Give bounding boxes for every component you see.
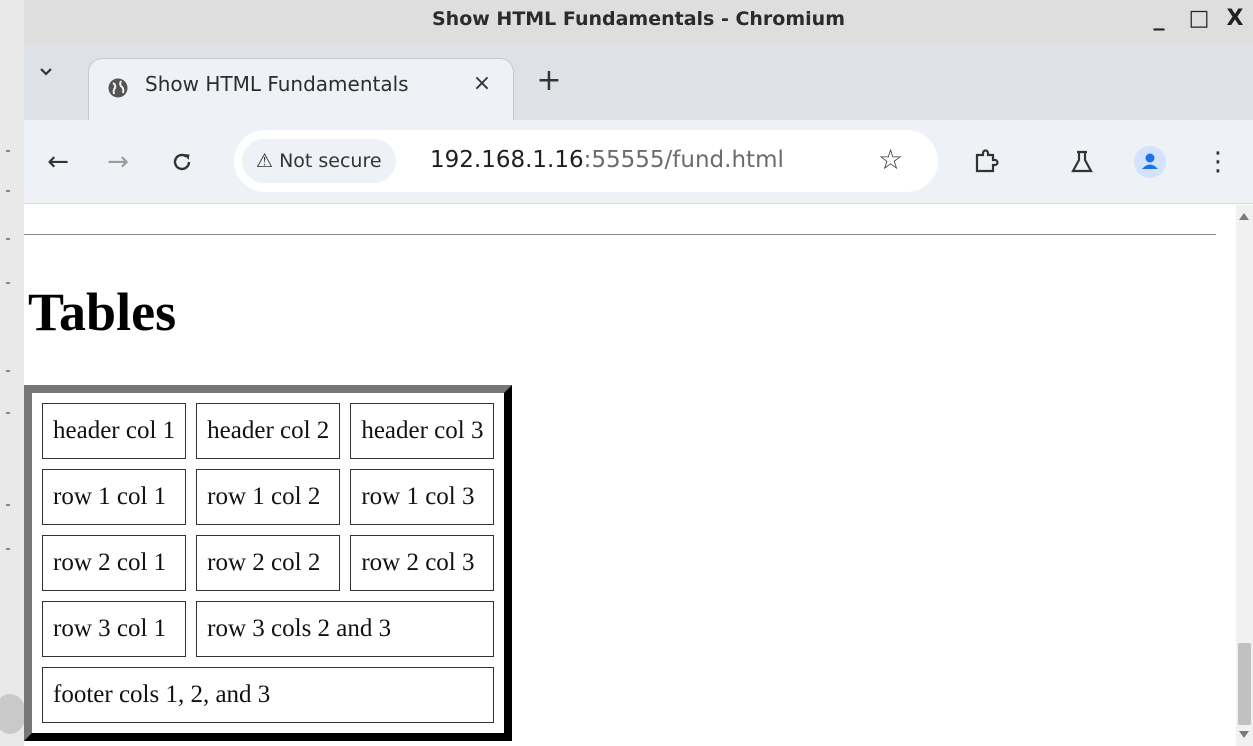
desktop-dot	[6, 412, 10, 414]
extensions-button[interactable]	[968, 144, 1004, 180]
flask-icon	[1071, 150, 1093, 173]
vertical-scrollbar[interactable]	[1236, 205, 1253, 746]
title-bar: Show HTML Fundamentals - Chromium _ □ X	[24, 0, 1253, 44]
table-row: row 1 col 1 row 1 col 2 row 1 col 3	[42, 469, 495, 525]
tab-title: Show HTML Fundamentals	[145, 72, 409, 96]
desktop-dot	[6, 150, 10, 152]
desktop-dot	[6, 548, 10, 550]
puzzle-icon	[975, 149, 999, 173]
back-button[interactable]: ←	[40, 144, 76, 180]
demo-table: header col 1 header col 2 header col 3 r…	[24, 385, 513, 741]
tab-close-button[interactable]: ×	[469, 71, 495, 96]
scrollbar-thumb[interactable]	[1238, 643, 1251, 725]
horizontal-rule	[24, 234, 1216, 235]
table-header-cell: header col 2	[196, 403, 341, 459]
minimize-button[interactable]: _	[1144, 6, 1174, 31]
scroll-down-arrow-icon[interactable]	[1239, 731, 1249, 738]
security-indicator[interactable]: ⚠ Not secure	[242, 139, 396, 183]
browser-menu-button[interactable]: ⋮	[1200, 144, 1236, 180]
table-cell: row 3 col 1	[42, 601, 187, 657]
table-cell: row 1 col 3	[350, 469, 495, 525]
desktop-dot	[6, 370, 10, 372]
bookmark-star-icon[interactable]: ☆	[878, 143, 903, 176]
table-row: row 2 col 1 row 2 col 2 row 2 col 3	[42, 535, 495, 591]
globe-icon	[108, 78, 128, 98]
arrow-right-icon: →	[107, 147, 129, 177]
new-tab-button[interactable]: +	[532, 66, 566, 96]
maximize-button[interactable]: □	[1184, 6, 1214, 31]
reload-button[interactable]	[164, 144, 200, 180]
tab-strip: Show HTML Fundamentals × +	[24, 44, 1253, 120]
chevron-down-icon	[40, 68, 52, 76]
desktop-dot	[6, 238, 10, 240]
table-cell: row 1 col 2	[196, 469, 341, 525]
table-cell: row 2 col 2	[196, 535, 341, 591]
window-title: Show HTML Fundamentals - Chromium	[431, 8, 845, 30]
reload-icon	[173, 153, 191, 171]
url-path: :55555/fund.html	[583, 147, 784, 173]
desktop-edge	[0, 0, 26, 746]
arrow-left-icon: ←	[47, 147, 69, 177]
table-cell-colspan: row 3 cols 2 and 3	[196, 601, 495, 657]
person-icon	[1134, 146, 1166, 178]
table-cell: row 2 col 3	[350, 535, 495, 591]
kebab-menu-icon: ⋮	[1205, 147, 1231, 177]
section-heading: Tables	[28, 282, 177, 342]
url-host: 192.168.1.16	[430, 147, 584, 173]
table-header-cell: header col 3	[350, 403, 495, 459]
labs-button[interactable]	[1064, 144, 1100, 180]
tab-active[interactable]: Show HTML Fundamentals ×	[88, 58, 514, 120]
table-footer-row: footer cols 1, 2, and 3	[42, 667, 495, 723]
url-text[interactable]: 192.168.1.16:55555/fund.html	[430, 147, 784, 173]
page-content: Tables header col 1 header col 2 header …	[24, 205, 1236, 746]
tab-search-button[interactable]	[32, 66, 60, 96]
desktop-dot	[6, 190, 10, 192]
address-bar[interactable]: ⚠ Not secure 192.168.1.16:55555/fund.htm…	[234, 130, 938, 192]
table-row: row 3 col 1 row 3 cols 2 and 3	[42, 601, 495, 657]
table-cell: row 1 col 1	[42, 469, 187, 525]
desktop-dot	[6, 504, 10, 506]
forward-button[interactable]: →	[100, 144, 136, 180]
profile-button[interactable]	[1132, 144, 1168, 180]
desktop-dot	[6, 282, 10, 284]
table-footer-cell: footer cols 1, 2, and 3	[42, 667, 495, 723]
close-window-button[interactable]: X	[1220, 6, 1250, 31]
browser-window: Show HTML Fundamentals - Chromium _ □ X …	[24, 0, 1253, 746]
table-header-row: header col 1 header col 2 header col 3	[42, 403, 495, 459]
browser-toolbar: ← → ⚠ Not secure 192.168.1.16:55555/fund…	[24, 120, 1253, 204]
table-header-cell: header col 1	[42, 403, 187, 459]
desktop-handle	[0, 694, 26, 734]
scroll-up-arrow-icon[interactable]	[1239, 213, 1249, 220]
table-cell: row 2 col 1	[42, 535, 187, 591]
